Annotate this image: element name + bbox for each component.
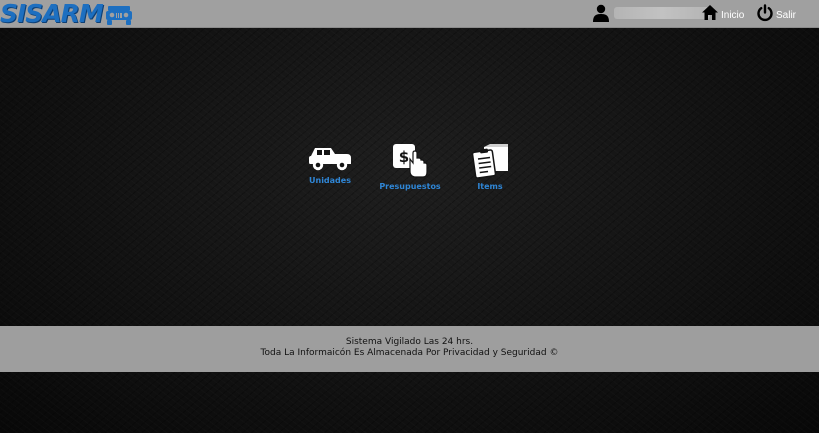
power-icon [757, 4, 773, 22]
footer-line-1: Sistema Vigilado Las 24 hrs. [345, 337, 474, 347]
main-menu: Unidades $ Presupuestos Items [0, 143, 819, 203]
menu-label-unidades: Unidades [309, 176, 351, 185]
home-icon [702, 5, 718, 20]
jeep-icon [309, 148, 351, 171]
user-area [592, 4, 710, 22]
menu-item-presupuestos[interactable]: $ Presupuestos [379, 143, 441, 191]
top-bar: SISARM Inicio Salir [0, 0, 819, 28]
menu-label-presupuestos: Presupuestos [379, 182, 441, 191]
logo-jeep-icon [105, 5, 132, 25]
user-icon [593, 4, 609, 22]
clipboard-box-icon [471, 144, 508, 179]
app-logo[interactable]: SISARM [0, 0, 133, 27]
logo-text: SISARM [0, 0, 104, 28]
home-label: Inicio [721, 9, 745, 21]
menu-item-unidades[interactable]: Unidades [306, 143, 354, 185]
budget-hand-icon: $ [393, 144, 428, 178]
user-name [614, 7, 710, 19]
svg-text:$: $ [399, 148, 409, 166]
menu-label-items: Items [477, 182, 503, 191]
home-link[interactable]: Inicio [701, 4, 744, 21]
logout-link[interactable]: Salir [756, 4, 796, 22]
logout-label: Salir [776, 10, 797, 21]
menu-item-items[interactable]: Items [470, 143, 510, 191]
footer: Sistema Vigilado Las 24 hrs. Toda La Inf… [0, 326, 819, 372]
footer-line-2: Toda La Informaicón Es Almacenada Por Pr… [260, 348, 559, 358]
